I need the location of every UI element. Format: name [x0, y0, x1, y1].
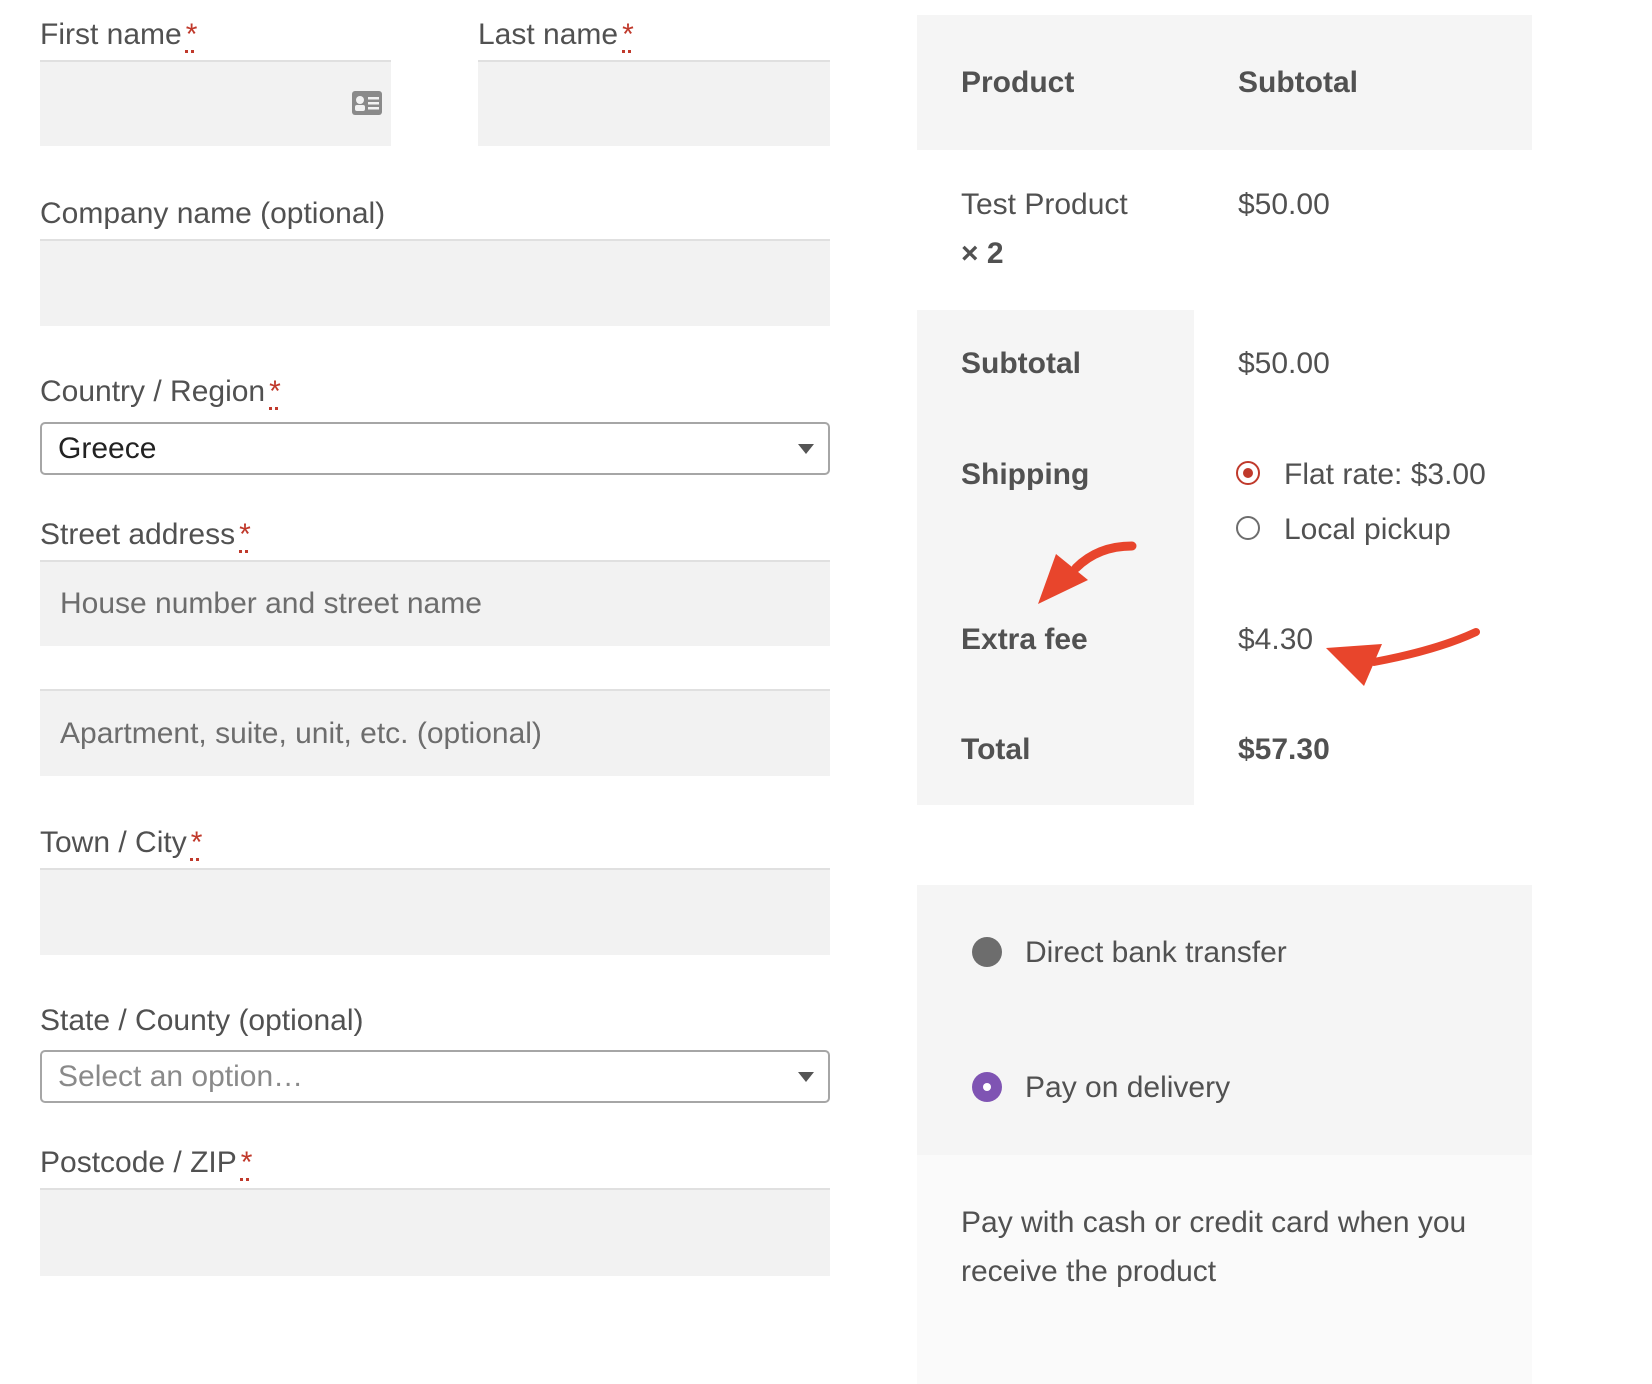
total-value: $57.30	[1238, 733, 1330, 766]
contact-card-icon	[351, 90, 383, 121]
chevron-down-icon	[798, 1071, 814, 1082]
payment-radio-pay-on-delivery[interactable]	[972, 1072, 1002, 1102]
last-name-label: Last name *	[478, 18, 634, 51]
shipping-option-local-pickup[interactable]: Local pickup	[1284, 513, 1451, 547]
first-name-input[interactable]	[40, 60, 391, 146]
annotation-arrow-icon	[1038, 541, 1137, 604]
payment-methods-box	[917, 885, 1532, 1155]
extra-fee-value: $4.30	[1238, 623, 1314, 656]
payment-description-line-1: Pay with cash or credit card when you	[961, 1206, 1467, 1239]
postcode-label: Postcode / ZIP *	[40, 1146, 253, 1179]
radio-dot-icon	[983, 1083, 991, 1091]
country-label: Country / Region *	[40, 375, 281, 408]
payment-description-line-2: receive the product	[961, 1255, 1217, 1288]
payment-radio-bank-transfer[interactable]	[972, 937, 1002, 967]
payment-option-pay-on-delivery[interactable]: Pay on delivery	[1025, 1071, 1230, 1105]
street-input[interactable]: House number and street name	[40, 560, 830, 646]
col-product-header: Product	[961, 66, 1075, 99]
subtotal-value: $50.00	[1238, 347, 1330, 380]
country-select[interactable]: Greece	[40, 422, 830, 475]
shipping-label: Shipping	[961, 458, 1090, 491]
shipping-radio-local-pickup[interactable]	[1236, 516, 1260, 540]
street-placeholder: House number and street name	[60, 587, 482, 620]
last-name-input[interactable]	[478, 60, 830, 146]
company-input[interactable]	[40, 239, 830, 326]
city-input[interactable]	[40, 868, 830, 955]
apartment-placeholder: Apartment, suite, unit, etc. (optional)	[60, 716, 542, 750]
item-price: $50.00	[1238, 188, 1330, 221]
item-name: Test Product	[961, 188, 1128, 221]
col-subtotal-header: Subtotal	[1238, 66, 1358, 99]
state-select[interactable]: Select an option…	[40, 1050, 830, 1103]
subtotal-label: Subtotal	[961, 347, 1081, 380]
shipping-radio-flat-rate[interactable]	[1236, 461, 1260, 485]
state-label: State / County (optional)	[40, 1004, 364, 1037]
street-label: Street address *	[40, 518, 251, 551]
item-quantity: × 2	[961, 237, 1004, 270]
apartment-input[interactable]: Apartment, suite, unit, etc. (optional)	[40, 689, 830, 776]
company-label: Company name (optional)	[40, 197, 386, 230]
state-placeholder: Select an option…	[58, 1059, 304, 1093]
city-label: Town / City *	[40, 826, 203, 859]
shipping-option-flat-rate[interactable]: Flat rate: $3.00	[1284, 458, 1486, 492]
postcode-input[interactable]	[40, 1188, 830, 1276]
first-name-label: First name *	[40, 18, 198, 51]
total-label: Total	[961, 733, 1031, 766]
extra-fee-label: Extra fee	[961, 623, 1088, 656]
annotation-arrow-icon	[1326, 628, 1480, 686]
payment-option-bank-transfer[interactable]: Direct bank transfer	[1025, 936, 1287, 970]
chevron-down-icon	[798, 443, 814, 454]
country-value: Greece	[58, 431, 157, 465]
